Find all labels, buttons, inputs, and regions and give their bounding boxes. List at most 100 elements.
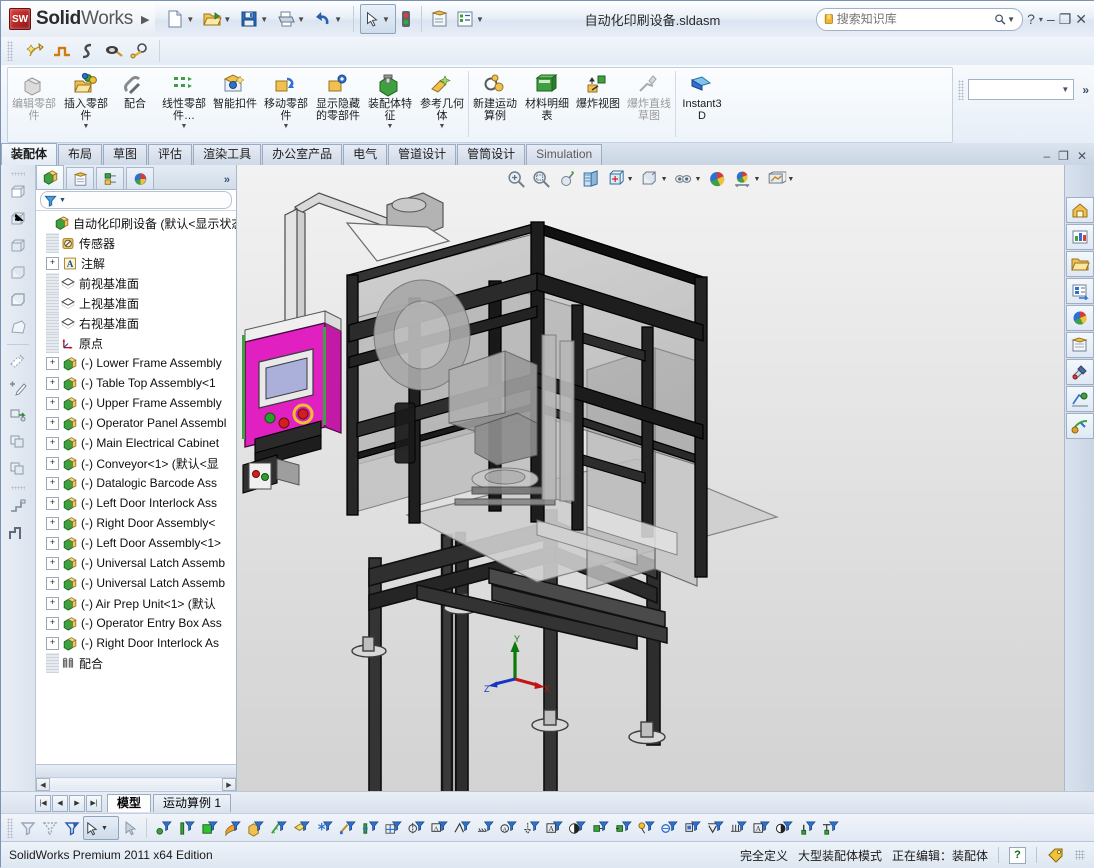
tab-nav-last-button[interactable]: ▶| — [86, 794, 102, 812]
tree-expander-icon[interactable]: + — [46, 636, 59, 650]
insert-component-icon[interactable] — [5, 402, 31, 428]
ribbon-assembly-features-button[interactable]: 装配体特征 ▼ — [364, 68, 416, 140]
menu-expand-arrow-icon[interactable]: ▶ — [141, 13, 149, 26]
file-explorer-icon[interactable] — [1066, 251, 1094, 277]
solidworks-logo[interactable]: SW SolidWorks ▶ — [1, 1, 156, 37]
open-document-caret-icon[interactable]: ▼ — [222, 15, 234, 24]
tab-tubing[interactable]: 管筒设计 — [457, 144, 526, 165]
view-orientation-caret-icon[interactable]: ▼ — [627, 176, 634, 183]
ribbon-expand-chevron-icon[interactable]: » — [1082, 83, 1089, 97]
ribbon-linear-component-pattern-dropdown-icon[interactable]: ▼ — [181, 123, 188, 130]
belt-chain-icon[interactable] — [103, 40, 125, 62]
filter-welds-icon[interactable] — [474, 817, 496, 839]
options-button[interactable] — [428, 5, 452, 33]
tree-item-universal-latch-2[interactable]: + (-) Universal Latch Assemb — [36, 573, 236, 593]
tree-item-air-prep[interactable]: + (-) Air Prep Unit<1> (默认 — [36, 593, 236, 613]
tab-evaluate[interactable]: 评估 — [148, 144, 193, 165]
ribbon-insert-components-button[interactable]: 插入零部件 ▼ — [60, 68, 112, 140]
edit-appearance-icon[interactable] — [706, 168, 728, 190]
filter-notes-icon[interactable] — [612, 817, 634, 839]
tree-expander-icon[interactable]: + — [46, 556, 59, 570]
tree-scroll-left-button[interactable]: ◀ — [36, 778, 50, 791]
close-button[interactable]: ✕ — [1075, 11, 1087, 28]
filter-datum-icon[interactable] — [520, 817, 542, 839]
help-caret-icon[interactable]: ▾ — [1039, 15, 1043, 24]
tree-item-right-interlock[interactable]: + (-) Right Door Interlock As — [36, 633, 236, 653]
sheet-tab-model[interactable]: 模型 — [107, 794, 152, 812]
toggle-filters-icon[interactable] — [61, 817, 83, 839]
filter-sketch-segments-icon[interactable] — [336, 817, 358, 839]
tree-expander-icon[interactable]: + — [46, 256, 59, 270]
assembly-model-view[interactable] — [237, 165, 1064, 791]
tree-expander-icon[interactable]: + — [46, 356, 59, 370]
search-knowledge-base[interactable]: ▼ — [816, 7, 1024, 31]
tab-nav-first-button[interactable]: |◀ — [35, 794, 51, 812]
search-results-icon[interactable] — [1066, 278, 1094, 304]
toolbar-grip[interactable] — [7, 41, 13, 61]
tree-item-sensors[interactable]: 传感器 — [36, 233, 236, 253]
filter-icon[interactable] — [17, 817, 39, 839]
filter-tables-icon[interactable] — [658, 817, 680, 839]
ribbon-smart-fasteners-button[interactable]: 智能扣件 — [210, 68, 260, 140]
design-library-icon[interactable] — [1066, 224, 1094, 250]
tab-nav-next-button[interactable]: ▶ — [69, 794, 85, 812]
open-document-button[interactable]: ▼ — [200, 5, 236, 33]
tree-item-datalogic[interactable]: + (-) Datalogic Barcode Ass — [36, 473, 236, 493]
undo-button[interactable]: ▼ — [311, 5, 347, 33]
filter-letters-icon[interactable]: A — [750, 817, 772, 839]
tab-simulation[interactable]: Simulation — [526, 144, 603, 165]
zoom-to-fit-icon[interactable] — [505, 168, 527, 190]
tree-item-top-plane[interactable]: 上视基准面 — [36, 293, 236, 313]
tree-item-main-electrical[interactable]: + (-) Main Electrical Cabinet — [36, 433, 236, 453]
save-document-caret-icon[interactable]: ▼ — [259, 15, 271, 24]
print-document-button[interactable]: ▼ — [274, 5, 310, 33]
shaded-with-edges-icon[interactable] — [5, 288, 31, 314]
property-manager-tab[interactable] — [66, 167, 94, 189]
tree-item-operator-panel[interactable]: + (-) Operator Panel Assembl — [36, 413, 236, 433]
pattern-icon[interactable] — [5, 456, 31, 482]
ribbon-insert-components-dropdown-icon[interactable]: ▼ — [83, 123, 90, 130]
print-document-caret-icon[interactable]: ▼ — [296, 15, 308, 24]
tree-item-right-plane[interactable]: 右视基准面 — [36, 313, 236, 333]
filter-surface-finish-icon[interactable] — [451, 817, 473, 839]
display-style-caret-icon[interactable]: ▼ — [661, 176, 668, 183]
tree-item-left-interlock[interactable]: + (-) Left Door Interlock Ass — [36, 493, 236, 513]
tree-item-left-door[interactable]: + (-) Left Door Assembly<1> — [36, 533, 236, 553]
sheet-tab-motion[interactable]: 运动算例 1 — [153, 794, 232, 812]
tree-expander-icon[interactable]: + — [46, 516, 59, 530]
doc-restore-button[interactable]: ❐ — [1058, 149, 1069, 163]
filter-surface-bodies-icon[interactable] — [221, 817, 243, 839]
filter-hole-callouts-icon[interactable] — [681, 817, 703, 839]
tree-root[interactable]: 自动化印刷设备 (默认<显示状态 — [36, 213, 236, 233]
filter-sketch-points-icon[interactable] — [313, 817, 335, 839]
filter-dowel-symbols-icon[interactable] — [589, 817, 611, 839]
ribbon-grip[interactable] — [958, 79, 965, 100]
ribbon-move-component-dropdown-icon[interactable]: ▼ — [283, 123, 290, 130]
tree-expander-icon[interactable]: + — [46, 376, 59, 390]
search-input[interactable] — [834, 11, 994, 27]
filter-cosmetic-threads-icon[interactable]: A — [543, 817, 565, 839]
filter-caret-icon[interactable]: ▼ — [59, 197, 66, 204]
tree-horizontal-scrollbar[interactable]: ◀ ▶ — [36, 777, 236, 791]
filter-solid-bodies-icon[interactable] — [244, 817, 266, 839]
filter-weld-beads-icon[interactable]: A — [497, 817, 519, 839]
undo-caret-icon[interactable]: ▼ — [333, 15, 345, 24]
add-sketch-icon[interactable] — [5, 375, 31, 401]
drawing-views-icon[interactable] — [1066, 386, 1094, 412]
tree-item-table-top[interactable]: + (-) Table Top Assembly<1 — [36, 373, 236, 393]
tree-item-upper-frame[interactable]: + (-) Upper Frame Assembly — [36, 393, 236, 413]
shadows-icon[interactable] — [5, 348, 31, 374]
select-tool-button[interactable]: ▼ — [360, 4, 396, 34]
filter-balloons-icon[interactable] — [635, 817, 657, 839]
filter-center-marks-icon[interactable] — [382, 817, 404, 839]
ribbon-show-hidden-components-button[interactable]: 显示隐藏的零部件 — [312, 68, 364, 140]
rebuild-button[interactable] — [397, 5, 415, 33]
filter-centerlines-icon[interactable] — [405, 817, 427, 839]
path-curve-icon[interactable] — [77, 40, 99, 62]
tab-render-tools[interactable]: 渲染工具 — [193, 144, 262, 165]
custom-properties-icon[interactable] — [1066, 359, 1094, 385]
tab-nav-prev-button[interactable]: ◀ — [52, 794, 68, 812]
tab-assembly[interactable]: 装配体 — [1, 143, 58, 165]
ribbon-mate-button[interactable]: 配合 — [112, 68, 158, 140]
hidden-lines-removed-icon[interactable] — [5, 234, 31, 260]
